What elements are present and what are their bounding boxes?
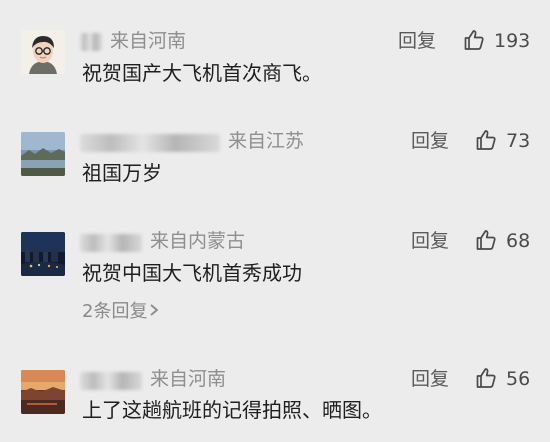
comment-text: 上了这趟航班的记得拍照、晒图。 (82, 398, 382, 422)
avatar[interactable] (21, 370, 65, 414)
like-count: 56 (506, 368, 531, 390)
comment-item: 来自河南 回复 56 上了这趟航班的记得拍照、晒图。 (0, 0, 550, 442)
reply-button[interactable]: 回复 (411, 368, 449, 390)
username-blurred[interactable] (80, 372, 142, 390)
sunset-photo-avatar-icon (21, 370, 65, 414)
thumbs-up-icon[interactable] (474, 366, 498, 390)
location-label: 来自河南 (150, 368, 227, 390)
